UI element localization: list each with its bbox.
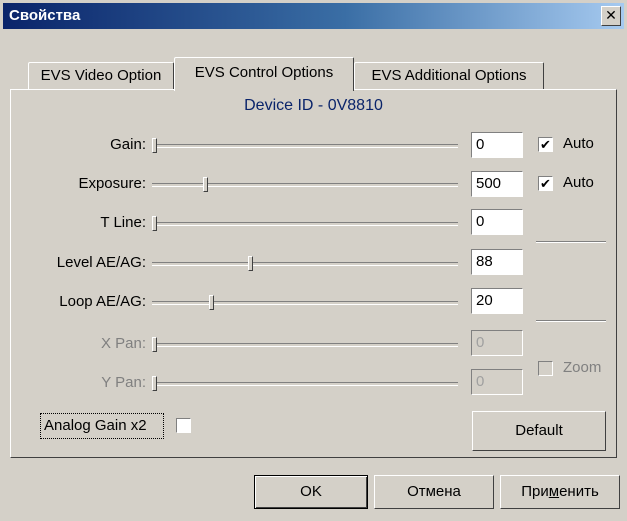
tab-label: EVS Additional Options (371, 67, 527, 84)
close-icon[interactable]: ✕ (601, 6, 621, 26)
slider-track (152, 222, 458, 226)
analog-gain-checkbox[interactable] (176, 418, 191, 433)
slider-thumb (152, 376, 157, 391)
ok-button[interactable]: OK (254, 475, 368, 509)
slider-track (152, 301, 458, 305)
window-title: Свойства (9, 7, 81, 24)
y-pan-slider (152, 374, 458, 394)
separator (536, 320, 606, 322)
loop-ae-ag-slider[interactable] (152, 293, 458, 313)
auto-exposure-checkbox[interactable]: ✔ (538, 176, 553, 191)
tab-evs-additional-options[interactable]: EVS Additional Options (354, 62, 544, 90)
slider-track (152, 343, 458, 347)
slider-thumb[interactable] (152, 216, 157, 231)
tab-label: EVS Control Options (194, 64, 334, 81)
default-button[interactable]: Default (472, 411, 606, 451)
zoom-label: Zoom (563, 359, 602, 376)
slider-track (152, 382, 458, 386)
loop-ae-ag-value-field[interactable]: 20 (471, 288, 523, 314)
slider-thumb[interactable] (248, 256, 253, 271)
slider-thumb[interactable] (152, 138, 157, 153)
t-line-label: T Line: (100, 214, 146, 231)
t-line-slider[interactable] (152, 214, 458, 234)
title-bar[interactable]: Свойства ✕ (3, 3, 624, 29)
apply-button[interactable]: Применить (500, 475, 620, 509)
t-line-value-field[interactable]: 0 (471, 209, 523, 235)
zoom-checkbox (538, 361, 553, 376)
tab-evs-control-options[interactable]: EVS Control Options (174, 57, 354, 91)
slider-thumb[interactable] (203, 177, 208, 192)
cancel-button[interactable]: Отмена (374, 475, 494, 509)
x-pan-slider (152, 335, 458, 355)
auto-exposure-label: Auto (563, 174, 594, 191)
y-pan-value-field: 0 (471, 369, 523, 395)
slider-thumb[interactable] (209, 295, 214, 310)
slider-track (152, 183, 458, 187)
analog-gain-label[interactable]: Analog Gain x2 (40, 413, 164, 439)
gain-slider[interactable] (152, 136, 458, 156)
x-pan-label: X Pan: (100, 335, 146, 352)
auto-gain-checkbox[interactable]: ✔ (538, 137, 553, 152)
exposure-slider[interactable] (152, 175, 458, 195)
apply-label-suffix: енить (559, 483, 599, 500)
apply-label-mnemonic: м (548, 483, 560, 500)
loop-ae-ag-label: Loop AE/AG: (59, 293, 146, 310)
level-ae-ag-slider[interactable] (152, 254, 458, 274)
gain-label: Gain: (110, 136, 146, 153)
level-ae-ag-label: Level AE/AG: (56, 254, 146, 271)
slider-track (152, 262, 458, 266)
x-pan-value-field: 0 (471, 330, 523, 356)
level-ae-ag-value-field[interactable]: 88 (471, 249, 523, 275)
slider-track (152, 144, 458, 148)
y-pan-label: Y Pan: (101, 374, 146, 391)
device-id-label: Device ID - 0V8810 (244, 97, 383, 114)
tab-label: EVS Video Option (40, 67, 162, 84)
auto-gain-label: Auto (563, 135, 594, 152)
tab-evs-video-option[interactable]: EVS Video Option (28, 62, 174, 90)
slider-thumb (152, 337, 157, 352)
separator (536, 241, 606, 243)
gain-value-field[interactable]: 0 (471, 132, 523, 158)
apply-label-prefix: При (521, 483, 549, 500)
exposure-value-field[interactable]: 500 (471, 171, 523, 197)
exposure-label: Exposure: (78, 175, 146, 192)
properties-dialog: Свойства ✕ EVS Video Option EVS Control … (0, 0, 627, 521)
